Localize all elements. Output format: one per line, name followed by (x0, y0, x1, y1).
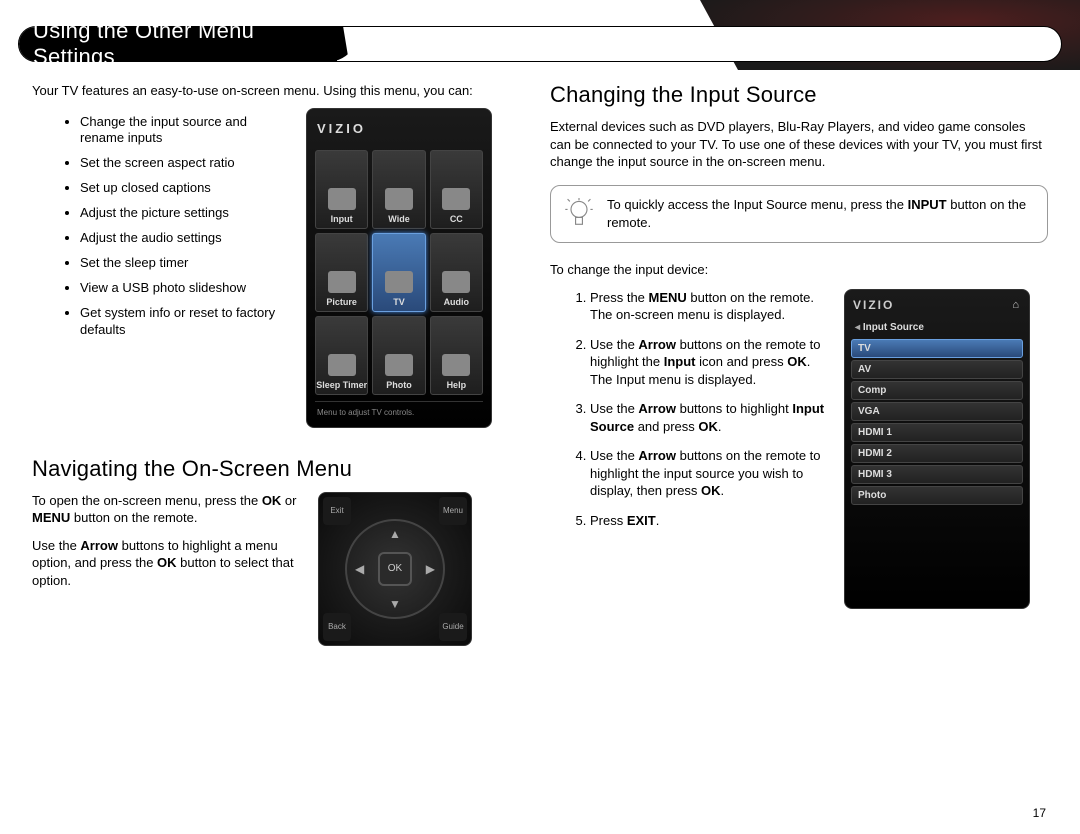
photo-icon (385, 354, 413, 376)
aspect-icon (385, 188, 413, 210)
arrow-down-icon: ▼ (389, 597, 401, 611)
input-item-hdmi1: HDMI 1 (851, 423, 1023, 442)
input-item-tv: TV (851, 339, 1023, 358)
lightbulb-icon (565, 198, 593, 230)
input-item-comp: Comp (851, 381, 1023, 400)
title-bar: Using the Other Menu Settings (18, 26, 1062, 62)
list-item: View a USB photo slideshow (80, 280, 292, 297)
input-source-heading: Changing the Input Source (550, 82, 1048, 108)
input-source-screenshot: VIZIO ⌂ Input Source TV AV Comp VGA HDMI… (844, 289, 1030, 609)
input-item-av: AV (851, 360, 1023, 379)
input-item-hdmi2: HDMI 2 (851, 444, 1023, 463)
menu-label: Input (331, 214, 353, 224)
intro-text: Your TV features an easy-to-use on-scree… (32, 82, 524, 100)
input-item-photo: Photo (851, 486, 1023, 505)
menu-label: TV (393, 297, 405, 307)
tv-icon (328, 188, 356, 210)
menu-cell-photo: Photo (372, 316, 425, 395)
remote-exit-button: Exit (323, 497, 351, 525)
step-item: Press the MENU button on the remote. The… (590, 289, 830, 324)
help-icon (442, 354, 470, 376)
step-item: Use the Arrow buttons to highlight Input… (590, 400, 830, 435)
menu-cell-cc: CC (430, 150, 483, 229)
page-title: Using the Other Menu Settings (33, 18, 337, 70)
home-icon: ⌂ (1012, 299, 1021, 311)
menu-cell-picture: Picture (315, 233, 368, 312)
cc-icon (442, 188, 470, 210)
tv-main-menu-screenshot: VIZIO Input Wide CC Picture TV Audio Sle… (306, 108, 492, 428)
title-fill: Using the Other Menu Settings (19, 27, 337, 61)
menu-label: Picture (326, 297, 357, 307)
input-source-intro: External devices such as DVD players, Bl… (550, 118, 1048, 171)
menu-cell-help: Help (430, 316, 483, 395)
nav-para-1: To open the on-screen menu, press the OK… (32, 492, 304, 527)
remote-menu-button: Menu (439, 497, 467, 525)
steps-list: Press the MENU button on the remote. The… (550, 289, 830, 542)
feature-bullets: Change the input source and rename input… (32, 114, 292, 347)
menu-label: Photo (386, 380, 412, 390)
menu-footer-text: Menu to adjust TV controls. (315, 401, 483, 419)
menu-cell-sleep: Sleep Timer (315, 316, 368, 395)
menu-cell-input: Input (315, 150, 368, 229)
to-change-label: To change the input device: (550, 261, 1048, 279)
nav-heading: Navigating the On-Screen Menu (32, 456, 524, 482)
menu-label: Help (447, 380, 467, 390)
remote-guide-button: Guide (439, 613, 467, 641)
list-item: Adjust the audio settings (80, 230, 292, 247)
menu-label: Sleep Timer (316, 380, 367, 390)
vizio-logo: VIZIO (315, 117, 483, 144)
tv-screen-icon (385, 271, 413, 293)
dpad-ring: ▲ ▼ ◀ ▶ OK (345, 519, 445, 619)
submenu-title: Input Source (851, 320, 1023, 339)
step-item: Use the Arrow buttons on the remote to h… (590, 336, 830, 389)
remote-back-button: Back (323, 613, 351, 641)
input-item-vga: VGA (851, 402, 1023, 421)
menu-cell-audio: Audio (430, 233, 483, 312)
page-number: 17 (1033, 806, 1046, 820)
list-item: Get system info or reset to factory defa… (80, 305, 292, 339)
speaker-icon (442, 271, 470, 293)
ok-button: OK (378, 552, 412, 586)
list-item: Set up closed captions (80, 180, 292, 197)
arrow-up-icon: ▲ (389, 527, 401, 541)
menu-cell-wide: Wide (372, 150, 425, 229)
picture-icon (328, 271, 356, 293)
arrow-left-icon: ◀ (355, 562, 364, 576)
list-item: Change the input source and rename input… (80, 114, 292, 148)
clock-icon (328, 354, 356, 376)
input-item-hdmi3: HDMI 3 (851, 465, 1023, 484)
vizio-logo: VIZIO (853, 298, 894, 312)
remote-dpad-image: Exit Menu Back Guide ▲ ▼ ◀ ▶ OK (318, 492, 472, 646)
nav-para-2: Use the Arrow buttons to highlight a men… (32, 537, 304, 590)
list-item: Set the screen aspect ratio (80, 155, 292, 172)
list-item: Adjust the picture settings (80, 205, 292, 222)
step-item: Use the Arrow buttons on the remote to h… (590, 447, 830, 500)
arrow-right-icon: ▶ (426, 562, 435, 576)
menu-label: Audio (444, 297, 470, 307)
menu-label: CC (450, 214, 463, 224)
menu-cell-tv: TV (372, 233, 425, 312)
menu-label: Wide (388, 214, 409, 224)
step-item: Press EXIT. (590, 512, 830, 530)
list-item: Set the sleep timer (80, 255, 292, 272)
tip-box: To quickly access the Input Source menu,… (550, 185, 1048, 243)
